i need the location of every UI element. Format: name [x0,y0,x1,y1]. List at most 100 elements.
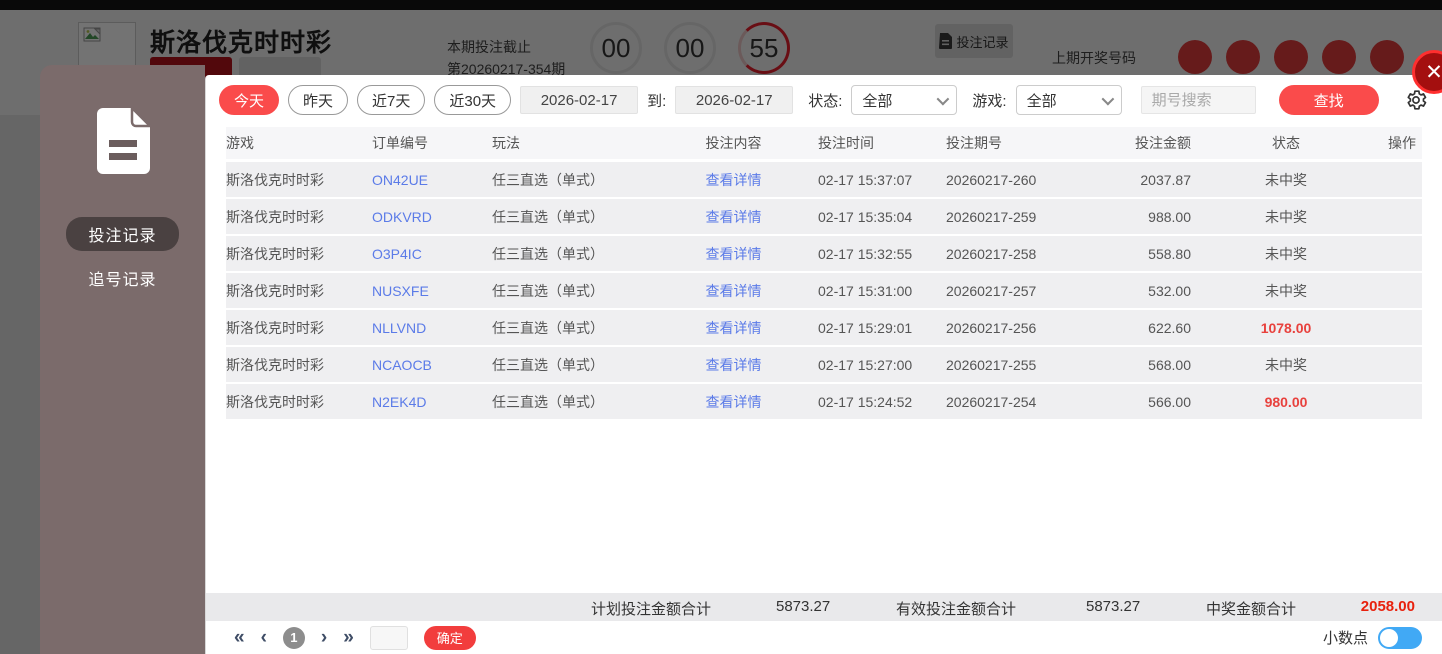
cell-play-type: 任三直选（单式） [492,245,604,262]
table-header-row: 游戏 订单编号 玩法 投注内容 投注时间 投注期号 投注金额 状态 操作 [226,127,1422,159]
last-page-button[interactable]: » [343,628,354,647]
cell-play-type: 任三直选（单式） [492,171,604,188]
current-page-badge[interactable]: 1 [282,626,305,649]
period-search-input[interactable] [1140,86,1256,114]
date-to-label: 到: [647,92,667,110]
cell-amount: 532.00 [1148,282,1191,299]
cell-period: 20260217-258 [946,245,1037,262]
table-row: 斯洛伐克时时彩 N2EK4D 任三直选（单式） 查看详情 02-17 15:24:52 2… [226,384,1422,419]
decimal-toggle[interactable] [1378,626,1422,649]
order-number-link[interactable]: ODKVRD [372,209,492,225]
cell-status: 未中奖 [1265,171,1307,188]
cell-status: 未中奖 [1265,208,1307,225]
order-number-link[interactable]: NCAOCB [372,357,492,373]
order-number-link[interactable]: ON42UE [372,172,492,188]
view-details-link[interactable]: 查看详情 [666,392,801,412]
game-select[interactable]: 全部 [1015,85,1122,115]
cell-game: 斯洛伐克时时彩 [226,282,324,299]
cell-amount: 558.80 [1148,245,1191,262]
column-header: 玩法 [492,135,520,151]
plan-total-label: 计划投注金额合计 [591,601,712,618]
valid-total-label: 有效投注金额合计 [896,601,1017,618]
filter-bar: 今天昨天近7天近30天 到: 状态: 全部 游戏: 全部 查找 [206,75,1442,123]
game-label: 游戏: [972,92,1007,110]
cell-period: 20260217-254 [946,393,1037,410]
cell-bet-time: 02-17 15:29:01 [818,319,913,336]
table-row: 斯洛伐克时时彩 O3P4IC 任三直选（单式） 查看详情 02-17 15:32:55 2… [226,236,1422,271]
first-page-button[interactable]: « [234,628,245,647]
cell-status: 1078.00 [1260,319,1312,336]
cell-game: 斯洛伐克时时彩 [226,356,324,373]
plan-total-value: 5873.27 [776,598,831,615]
sidebar-item-1[interactable]: 追号记录 [66,261,178,295]
cell-period: 20260217-255 [946,356,1037,373]
cell-play-type: 任三直选（单式） [492,208,604,225]
cell-bet-time: 02-17 15:37:07 [818,171,913,188]
cell-period: 20260217-257 [946,282,1037,299]
cell-period: 20260217-256 [946,319,1037,336]
date-from-input[interactable] [520,86,639,114]
table-row: 斯洛伐克时时彩 NLLVND 任三直选（单式） 查看详情 02-17 15:29:01 2… [226,310,1422,345]
table-body: 斯洛伐克时时彩 ON42UE 任三直选（单式） 查看详情 02-17 15:37:07 2… [226,162,1422,419]
view-details-link[interactable]: 查看详情 [666,281,801,301]
modal-sidebar: 投注记录 追号记录 [40,65,205,654]
cell-amount: 988.00 [1148,208,1191,225]
view-details-link[interactable]: 查看详情 [666,244,801,264]
cell-bet-time: 02-17 15:24:52 [818,393,913,410]
cell-status: 未中奖 [1265,356,1307,373]
order-number-link[interactable]: NUSXFE [372,283,492,299]
cell-period: 20260217-259 [946,208,1037,225]
order-number-link[interactable]: N2EK4D [372,394,492,410]
cell-bet-time: 02-17 15:32:55 [818,245,913,262]
view-details-link[interactable]: 查看详情 [666,318,801,338]
cell-game: 斯洛伐克时时彩 [226,393,324,410]
quick-date-filters: 今天 昨天 近7天 近30天 [219,85,512,115]
date-to-input[interactable] [675,86,794,114]
next-page-button[interactable]: › [321,628,327,647]
toggle-knob [1380,628,1398,647]
quick-filter-0[interactable]: 今天 [219,85,280,115]
chevron-down-icon [1101,92,1114,105]
column-header: 投注时间 [818,135,874,151]
page-number-input[interactable] [369,625,408,650]
view-details-link[interactable]: 查看详情 [666,355,801,375]
records-table: 游戏 订单编号 玩法 投注内容 投注时间 投注期号 投注金额 状态 操作 斯洛伐克时时彩 ON42… [206,123,1442,593]
cell-amount: 622.60 [1148,319,1191,336]
game-select-value: 全部 [1026,92,1057,110]
records-document-icon [96,107,151,174]
column-header: 订单编号 [372,135,428,151]
quick-filter-3[interactable]: 近30天 [434,85,512,115]
sidebar-menu: 投注记录 追号记录 [40,217,205,295]
win-total-value: 2058.00 [1360,598,1415,615]
cell-amount: 2037.87 [1140,171,1191,188]
cell-game: 斯洛伐克时时彩 [226,245,324,262]
view-details-link[interactable]: 查看详情 [666,170,801,190]
table-row: 斯洛伐克时时彩 ON42UE 任三直选（单式） 查看详情 02-17 15:37:07 2… [226,162,1422,197]
status-label: 状态: [808,92,843,110]
sidebar-item-0[interactable]: 投注记录 [66,217,179,251]
column-header: 状态 [1272,135,1300,151]
column-header: 操作 [1388,135,1416,151]
column-header: 投注内容 [705,135,762,151]
cell-status: 980.00 [1264,393,1308,410]
page-confirm-button[interactable]: 确定 [423,625,476,650]
chevron-down-icon [936,92,950,105]
cell-bet-time: 02-17 15:31:00 [818,282,913,299]
cell-bet-time: 02-17 15:27:00 [818,356,913,373]
quick-filter-2[interactable]: 近7天 [357,85,426,115]
order-number-link[interactable]: O3P4IC [372,246,492,262]
table-row: 斯洛伐克时时彩 NUSXFE 任三直选（单式） 查看详情 02-17 15:31:00 2… [226,273,1422,308]
win-total-label: 中奖金额合计 [1206,601,1297,618]
cell-play-type: 任三直选（单式） [492,282,604,299]
prev-page-button[interactable]: ‹ [261,628,267,647]
cell-play-type: 任三直选（单式） [492,319,604,336]
decimal-toggle-label: 小数点 [1322,630,1368,647]
quick-filter-1[interactable]: 昨天 [288,85,349,115]
status-select[interactable]: 全部 [851,85,958,115]
cell-period: 20260217-260 [946,171,1037,188]
find-button[interactable]: 查找 [1278,85,1379,115]
column-header: 游戏 [226,135,254,151]
status-select-value: 全部 [862,92,893,110]
order-number-link[interactable]: NLLVND [372,320,492,336]
view-details-link[interactable]: 查看详情 [666,207,801,227]
